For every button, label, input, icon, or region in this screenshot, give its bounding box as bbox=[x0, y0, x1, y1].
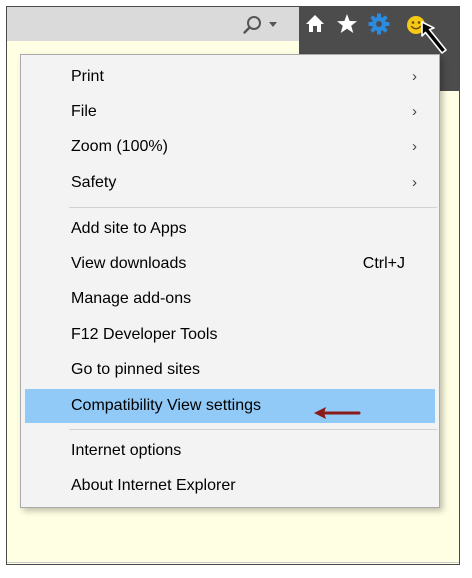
chevron-right-icon: › bbox=[412, 68, 417, 85]
chevron-down-icon[interactable] bbox=[269, 22, 277, 27]
menu-item-f12-developer-tools[interactable]: F12 Developer Tools bbox=[25, 321, 435, 349]
menu-item-safety[interactable]: Safety › bbox=[25, 169, 435, 197]
page-divider bbox=[7, 562, 459, 563]
menu-item-label: View downloads bbox=[71, 255, 187, 272]
mouse-cursor-icon bbox=[421, 21, 455, 57]
menu-item-label: Compatibility View settings bbox=[71, 397, 262, 414]
annotation-arrow-icon bbox=[313, 399, 361, 419]
home-icon[interactable] bbox=[305, 14, 325, 34]
menu-item-label: Manage add-ons bbox=[71, 290, 192, 307]
chevron-right-icon: › bbox=[412, 138, 417, 155]
menu-item-label: Add site to Apps bbox=[71, 220, 187, 237]
chevron-right-icon: › bbox=[412, 103, 417, 120]
menu-item-label: Print bbox=[71, 68, 104, 85]
menu-item-label: Internet options bbox=[71, 442, 182, 459]
menu-item-label: File bbox=[71, 103, 97, 120]
menu-item-label: F12 Developer Tools bbox=[71, 326, 218, 343]
menu-item-label: Go to pinned sites bbox=[71, 361, 200, 378]
menu-item-view-downloads[interactable]: View downloads Ctrl+J bbox=[25, 250, 435, 278]
search-icon[interactable] bbox=[242, 14, 264, 36]
menu-item-manage-add-ons[interactable]: Manage add-ons bbox=[25, 285, 435, 313]
menu-item-label: About Internet Explorer bbox=[71, 477, 236, 494]
menu-item-compatibility-view-settings[interactable]: Compatibility View settings bbox=[25, 389, 435, 423]
menu-separator bbox=[69, 207, 437, 208]
menu-item-print[interactable]: Print › bbox=[25, 63, 435, 91]
menu-item-zoom[interactable]: Zoom (100%) › bbox=[25, 133, 435, 161]
browser-frame: Print › File › Zoom (100%) › Safety › Ad… bbox=[6, 6, 460, 565]
chevron-right-icon: › bbox=[412, 174, 417, 191]
menu-item-file[interactable]: File › bbox=[25, 98, 435, 126]
menu-item-go-to-pinned-sites[interactable]: Go to pinned sites bbox=[25, 356, 435, 384]
menu-item-add-site-to-apps[interactable]: Add site to Apps bbox=[25, 215, 435, 243]
gear-icon[interactable] bbox=[368, 13, 390, 35]
menu-separator bbox=[69, 429, 437, 430]
star-icon[interactable] bbox=[336, 13, 358, 35]
menu-item-label: Zoom (100%) bbox=[71, 138, 168, 155]
tools-menu: Print › File › Zoom (100%) › Safety › Ad… bbox=[20, 54, 440, 508]
menu-item-about-internet-explorer[interactable]: About Internet Explorer bbox=[25, 472, 435, 500]
menu-item-label: Safety bbox=[71, 174, 117, 191]
menu-item-shortcut: Ctrl+J bbox=[362, 255, 405, 272]
menu-item-internet-options[interactable]: Internet options bbox=[25, 437, 435, 465]
